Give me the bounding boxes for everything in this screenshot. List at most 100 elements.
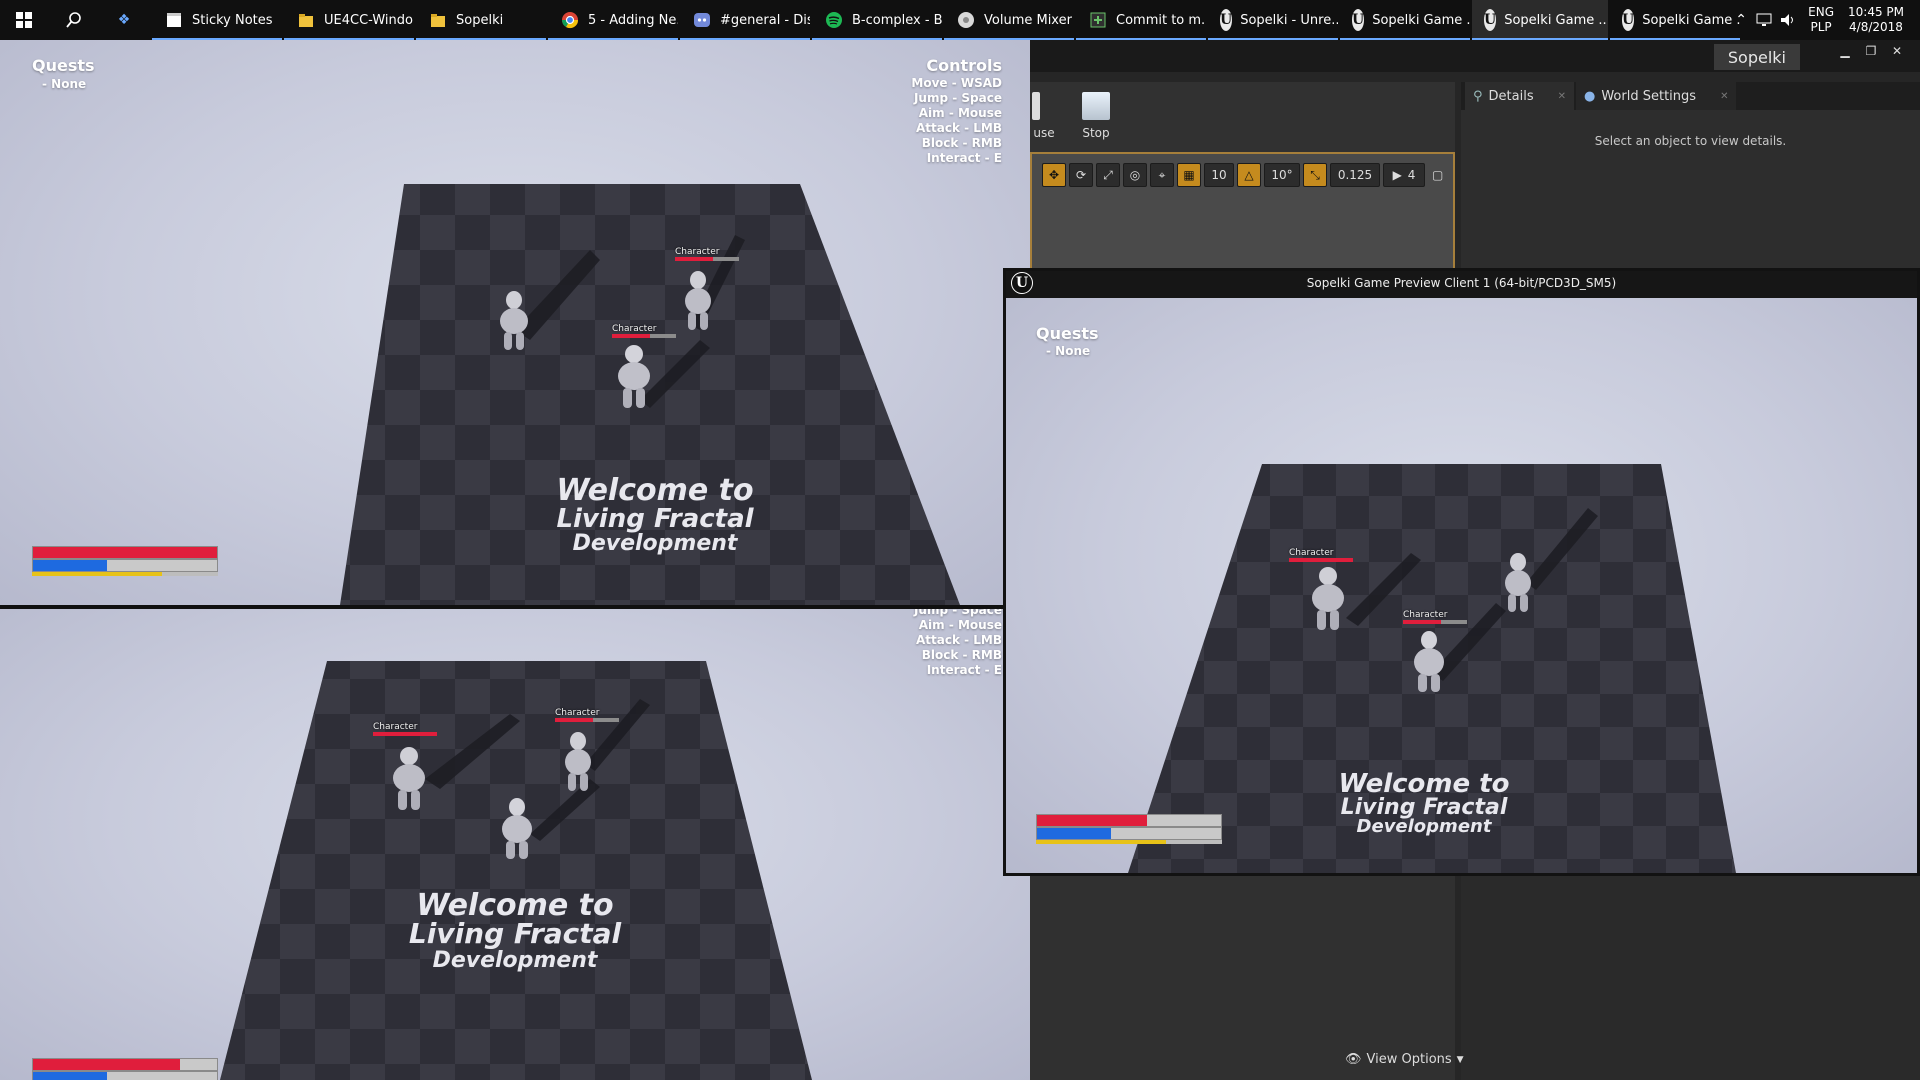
character-health-bar <box>1289 558 1353 562</box>
character-name-tag: Character <box>555 708 600 718</box>
scale-tool-icon[interactable]: ⤢ <box>1096 163 1120 187</box>
language-label: ENG <box>1808 5 1834 19</box>
taskbar-item-spotify[interactable]: B-complex - B... <box>812 0 942 40</box>
taskbar-item-sopelki-unreal[interactable]: U Sopelki - Unre... <box>1208 0 1338 40</box>
client-window-title-bar[interactable]: U Sopelki Game Preview Client 1 (64-bit/… <box>1003 268 1920 298</box>
search-button[interactable] <box>58 0 104 40</box>
stop-icon <box>1082 92 1110 120</box>
rotation-snap-value[interactable]: 10° <box>1264 163 1300 187</box>
view-options-label: View Options <box>1366 1052 1452 1067</box>
camera-speed-value: 4 <box>1407 168 1416 182</box>
taskbar-item-ue4cc[interactable]: UE4CC-Windo... <box>284 0 414 40</box>
taskbar-item-label: Sticky Notes <box>192 12 273 28</box>
project-tab[interactable]: Sopelki <box>1713 44 1800 70</box>
explorer-icon: ❖ <box>117 12 131 28</box>
game-viewport-client-1[interactable]: Welcome to Living Fractal Development Qu… <box>1006 298 1920 873</box>
pause-button[interactable]: use <box>1030 92 1058 150</box>
chevron-up-icon[interactable]: ⌃ <box>1730 10 1752 30</box>
control-interact: Interact - E <box>926 151 1002 165</box>
content-area <box>1030 875 1455 1080</box>
folder-icon <box>296 10 316 30</box>
floor-welcome-text: Welcome to <box>556 473 753 508</box>
player-health-bar <box>32 546 218 559</box>
taskbar-item-volume-mixer[interactable]: Volume Mixer ... <box>944 0 1074 40</box>
control-attack: Attack - LMB <box>915 633 1002 647</box>
view-options-button[interactable]: 👁 View Options ▼ <box>1345 1052 1464 1067</box>
eye-icon: 👁 <box>1345 1052 1362 1067</box>
control-aim: Aim - Mouse <box>918 106 1002 120</box>
floor-development-text: Development <box>433 948 599 973</box>
rotate-tool-icon[interactable]: ⟳ <box>1069 163 1093 187</box>
restore-icon[interactable]: ❐ <box>1858 40 1884 62</box>
close-tab-icon[interactable]: ✕ <box>1720 91 1728 102</box>
player-health-bar <box>32 1058 218 1071</box>
volume-mixer-icon <box>956 10 976 30</box>
character-health-bar <box>612 334 676 338</box>
player-status-bars <box>1036 814 1222 844</box>
character-name-tag: Character <box>1289 548 1334 558</box>
taskbar-item-sopelki-game-1[interactable]: U Sopelki Game ... <box>1340 0 1470 40</box>
controls-list-partial: Jump - Space Aim - Mouse Attack - LMB Bl… <box>914 609 1002 678</box>
taskbar-item-label: UE4CC-Windo... <box>324 12 414 28</box>
minimize-icon[interactable]: ▁ <box>1832 40 1858 62</box>
network-icon[interactable] <box>1752 10 1776 30</box>
tab-details[interactable]: ⚲ Details ✕ <box>1465 82 1574 110</box>
scale-snap-value[interactable]: 0.125 <box>1330 163 1380 187</box>
explorer-pinned-button[interactable]: ❖ <box>108 0 152 40</box>
close-icon[interactable]: ✕ <box>1884 40 1910 62</box>
scale-snap-icon[interactable]: ⤡ <box>1303 163 1327 187</box>
close-tab-icon[interactable]: ✕ <box>1558 91 1566 102</box>
control-move: Move - WSAD <box>911 76 1002 90</box>
taskbar-item-discord[interactable]: #general - Dis... <box>680 0 810 40</box>
taskbar-item-label: Sopelki Game ... <box>1642 12 1740 28</box>
floor-living-fractal-text: Living Fractal <box>556 504 754 534</box>
floor-living-fractal-text: Living Fractal <box>409 917 622 950</box>
taskbar-item-git-commit[interactable]: Commit to m... <box>1076 0 1206 40</box>
camera-icon: ▶ <box>1392 168 1402 182</box>
client-window-title: Sopelki Game Preview Client 1 (64-bit/PC… <box>1306 276 1617 290</box>
grid-snap-value[interactable]: 10 <box>1204 163 1234 187</box>
maximize-viewport-icon[interactable]: ▢ <box>1428 163 1447 187</box>
character-name-tag: Character <box>675 247 720 257</box>
taskbar-item-label: Sopelki <box>456 12 504 28</box>
character-health-bar <box>373 732 437 736</box>
floor-development-text: Development <box>1357 816 1493 837</box>
game-viewport-client-2[interactable]: Welcome to Living Fractal Development Ju… <box>0 609 1030 1080</box>
spotify-icon <box>824 10 844 30</box>
taskbar-item-label: Volume Mixer ... <box>984 12 1074 28</box>
rotation-snap-icon[interactable]: △ <box>1237 163 1261 187</box>
tab-world-settings[interactable]: ● World Settings ✕ <box>1576 82 1737 110</box>
language-indicator[interactable]: ENG PLP <box>1808 5 1834 35</box>
taskbar-item-chrome[interactable]: 5 - Adding Ne... <box>548 0 678 40</box>
translate-tool-icon[interactable]: ✥ <box>1042 163 1066 187</box>
character-mannequin <box>685 271 711 330</box>
taskbar-item-sticky-notes[interactable]: Sticky Notes <box>152 0 282 40</box>
world-space-icon[interactable]: ◎ <box>1123 163 1147 187</box>
checker-floor: Welcome to Living Fractal Development <box>1128 464 1736 873</box>
surface-snap-icon[interactable]: ⌖ <box>1150 163 1174 187</box>
character-mannequin <box>1414 631 1444 692</box>
speaker-icon[interactable] <box>1776 10 1800 30</box>
taskbar-item-label: 5 - Adding Ne... <box>588 12 678 28</box>
taskbar-item-sopelki-game-2[interactable]: U Sopelki Game ... <box>1472 0 1608 40</box>
clock[interactable]: 10:45 PM 4/8/2018 <box>1848 5 1904 35</box>
character-mannequin <box>1312 567 1344 630</box>
taskbar-item-sopelki-game-3[interactable]: U Sopelki Game ... <box>1610 0 1740 40</box>
search-icon <box>64 10 84 30</box>
viewport-toolbar: ✥ ⟳ ⤢ ◎ ⌖ ▦ 10 △ 10° ⤡ 0.125 ▶ 4 ▢ <box>1042 162 1447 188</box>
unreal-icon: U <box>1484 9 1497 31</box>
game-viewport-server[interactable]: Welcome to Living Fractal Development Qu… <box>0 40 1030 605</box>
stop-button[interactable]: Stop <box>1068 92 1124 150</box>
taskbar-item-label: Sopelki - Unre... <box>1240 12 1338 28</box>
taskbar-item-sopelki-folder[interactable]: Sopelki <box>416 0 546 40</box>
control-block: Block - RMB <box>921 648 1002 662</box>
pause-label: use <box>1033 126 1055 140</box>
controls-title: Controls <box>926 56 1002 75</box>
character-mannequin <box>393 747 425 810</box>
character-mannequin <box>1505 553 1531 612</box>
tab-details-label: Details <box>1488 88 1534 104</box>
character-mannequin <box>565 732 591 791</box>
grid-snap-icon[interactable]: ▦ <box>1177 163 1201 187</box>
start-button[interactable] <box>0 0 46 40</box>
camera-speed-button[interactable]: ▶ 4 <box>1383 163 1425 187</box>
